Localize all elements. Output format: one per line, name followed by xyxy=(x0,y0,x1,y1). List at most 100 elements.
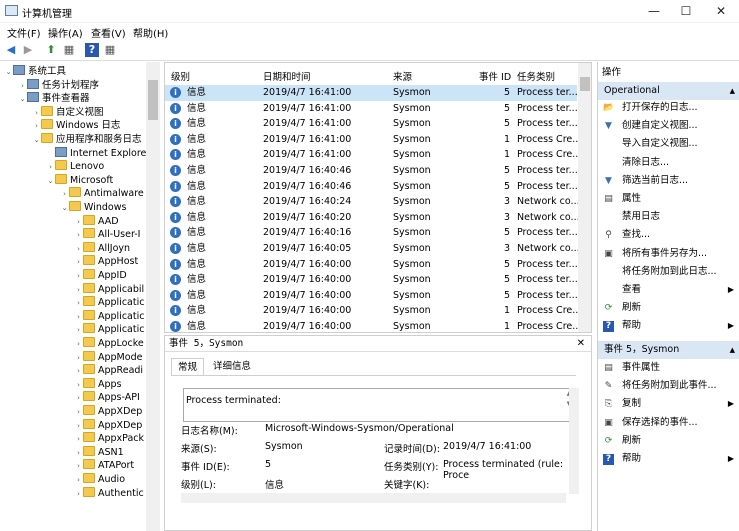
tree-item[interactable]: ⌄ Microsoft xyxy=(46,173,113,188)
task-category-value[interactable]: Process terminated (rule: Proce xyxy=(443,459,576,481)
chevron-right-icon[interactable]: › xyxy=(32,120,41,133)
chevron-right-icon[interactable]: › xyxy=(46,161,55,174)
chevron-right-icon[interactable]: › xyxy=(74,229,83,242)
tree-item[interactable]: › Applicatic xyxy=(74,323,144,336)
column-level[interactable]: 级别 xyxy=(171,69,190,83)
actions-section-event[interactable]: 事件 5，Sysmon ▲ xyxy=(598,341,739,359)
detail-hscrollbar[interactable] xyxy=(181,493,566,503)
back-arrow-icon[interactable]: ◀ xyxy=(4,43,18,57)
chevron-down-icon[interactable]: ⌄ xyxy=(46,175,55,188)
tree-item[interactable]: ⌄ 事件查看器 xyxy=(18,92,90,105)
chevron-right-icon[interactable]: › xyxy=(18,80,27,93)
tree-item[interactable]: › ASN1 xyxy=(74,445,124,459)
chevron-right-icon[interactable]: › xyxy=(32,107,41,120)
action-item[interactable]: ▤ 事件属性 xyxy=(598,359,739,377)
tree-item[interactable]: › Authentic xyxy=(74,486,144,501)
chevron-right-icon[interactable]: › xyxy=(74,433,83,446)
maximize-button[interactable]: ☐ xyxy=(669,0,703,23)
action-item[interactable]: ? 帮助 ▶ xyxy=(598,317,739,335)
column-event-id[interactable]: 事件 ID xyxy=(479,69,511,83)
action-item[interactable]: 将任务附加到此日志... xyxy=(598,263,739,281)
log-name-value[interactable]: Microsoft-Windows-Sysmon/Operational xyxy=(265,423,454,434)
tree-scrollbar[interactable] xyxy=(146,62,160,531)
table-row[interactable]: i 信息 2019/4/7 16:41:00 Sysmon 5 Process ter..… xyxy=(165,85,578,101)
tree-item[interactable]: › AAD xyxy=(74,214,119,229)
action-item[interactable]: 📂 打开保存的日志... xyxy=(598,99,739,117)
chevron-right-icon[interactable]: › xyxy=(74,216,83,229)
source-value[interactable]: Sysmon xyxy=(265,441,303,452)
tree-item[interactable]: › AppLocke xyxy=(74,337,144,350)
chevron-right-icon[interactable]: › xyxy=(74,352,83,365)
tree-item[interactable]: › 任务计划程序 xyxy=(18,78,99,93)
help-icon[interactable]: ? xyxy=(85,43,99,57)
tree-item[interactable]: › Apps-API xyxy=(74,391,140,404)
table-row[interactable]: i 信息 2019/4/7 16:40:00 Sysmon 5 Process ter..… xyxy=(165,257,578,273)
table-row[interactable]: i 信息 2019/4/7 16:40:00 Sysmon 5 Process ter..… xyxy=(165,272,578,288)
chevron-right-icon[interactable]: › xyxy=(74,256,83,269)
show-hide-tree-icon[interactable]: ▦ xyxy=(62,43,76,57)
column-task-category[interactable]: 任务类别 xyxy=(517,69,555,83)
tree-item[interactable]: › AppXDep xyxy=(74,418,142,433)
table-row[interactable]: i 信息 2019/4/7 16:41:00 Sysmon 1 Process Cre..… xyxy=(165,132,581,148)
table-row[interactable]: i 信息 2019/4/7 16:40:16 Sysmon 5 Process ter..… xyxy=(165,225,578,241)
tree-item[interactable]: › AllJoyn xyxy=(74,241,130,255)
collapse-icon[interactable]: ▲ xyxy=(730,82,735,100)
actions-section-operational[interactable]: Operational ▲ xyxy=(598,82,739,100)
chevron-right-icon[interactable]: › xyxy=(60,188,69,201)
action-item[interactable]: ⎘ 复制 ▶ xyxy=(598,395,739,413)
chevron-right-icon[interactable]: › xyxy=(74,297,83,310)
tree-item[interactable]: › AppHost xyxy=(74,255,138,268)
table-row[interactable]: i 信息 2019/4/7 16:40:46 Sysmon 5 Process ter..… xyxy=(165,179,578,195)
tree-item[interactable]: › AppXDep xyxy=(74,405,142,418)
tree-item[interactable]: ⌄ 系统工具 xyxy=(4,65,66,78)
tree-item[interactable]: › Applicatic xyxy=(74,296,144,309)
chevron-right-icon[interactable]: › xyxy=(74,488,83,501)
tree-item[interactable]: › Apps xyxy=(74,377,122,391)
chevron-down-icon[interactable]: ⌄ xyxy=(4,66,13,79)
action-item[interactable]: ⟳ 刷新 xyxy=(598,432,739,450)
action-item[interactable]: ⟳ 刷新 xyxy=(598,299,739,317)
tree-item[interactable]: › All-User-I xyxy=(74,228,140,241)
chevron-right-icon[interactable]: › xyxy=(74,420,83,433)
chevron-down-icon[interactable]: ⌄ xyxy=(18,93,27,106)
action-pane-icon[interactable]: ▦ xyxy=(103,43,117,57)
tree-item[interactable]: ⌄ 应用程序和服务日志 xyxy=(32,133,142,146)
table-row[interactable]: i 信息 2019/4/7 16:41:00 Sysmon 5 Process ter..… xyxy=(165,101,578,117)
menu-file[interactable]: 文件(F) xyxy=(7,25,41,40)
tree-item[interactable]: › AppReadi xyxy=(74,364,143,377)
tree-item[interactable]: › 自定义视图 xyxy=(32,105,104,120)
up-level-icon[interactable]: ⬆ xyxy=(44,43,58,57)
action-item[interactable]: ▼ 创建自定义视图... xyxy=(598,117,739,135)
table-row[interactable]: i 信息 2019/4/7 16:41:00 Sysmon 1 Process Cre..… xyxy=(165,147,581,163)
chevron-down-icon[interactable]: ⌄ xyxy=(32,134,41,147)
action-item[interactable]: ? 帮助 ▶ xyxy=(598,450,739,468)
tree-item[interactable]: › AppID xyxy=(74,269,127,282)
chevron-right-icon[interactable]: › xyxy=(74,365,83,378)
event-id-value[interactable]: 5 xyxy=(265,459,271,470)
close-button[interactable]: ✕ xyxy=(704,0,738,23)
column-source[interactable]: 来源 xyxy=(393,69,412,83)
list-scrollbar[interactable] xyxy=(578,63,591,332)
table-row[interactable]: i 信息 2019/4/7 16:40:00 Sysmon 5 Process ter..… xyxy=(165,288,578,304)
tree-item[interactable]: Internet Explorer xyxy=(46,146,150,160)
action-item[interactable]: 清除日志... xyxy=(598,154,739,172)
collapse-icon[interactable]: ▲ xyxy=(730,341,735,359)
chevron-right-icon[interactable]: › xyxy=(74,324,83,337)
chevron-right-icon[interactable]: › xyxy=(74,392,83,405)
chevron-right-icon[interactable]: › xyxy=(74,311,83,324)
action-item[interactable]: 禁用日志 xyxy=(598,208,739,226)
chevron-right-icon[interactable]: › xyxy=(74,406,83,419)
tree-item[interactable]: › Applicabil xyxy=(74,282,144,296)
action-item[interactable]: ⚲ 查找... xyxy=(598,226,739,244)
tree-item[interactable]: › Windows 日志 xyxy=(32,119,120,132)
menu-view[interactable]: 查看(V) xyxy=(91,25,126,40)
minimize-button[interactable]: — xyxy=(637,0,671,23)
action-item[interactable]: ✎ 将任务附加到此事件... xyxy=(598,377,739,395)
tree-item[interactable]: › ATAPort xyxy=(74,459,134,472)
tab-general[interactable]: 常规 xyxy=(171,358,205,375)
tree-item[interactable]: › Antimalware xyxy=(60,187,144,200)
action-item[interactable]: ▣ 将所有事件另存为... xyxy=(598,245,739,263)
table-row[interactable]: i 信息 2019/4/7 16:40:46 Sysmon 5 Process ter..… xyxy=(165,163,578,179)
event-message-box[interactable]: Process terminated: ▲ ▼ xyxy=(183,388,576,422)
action-item[interactable]: 导入自定义视图... xyxy=(598,135,739,153)
